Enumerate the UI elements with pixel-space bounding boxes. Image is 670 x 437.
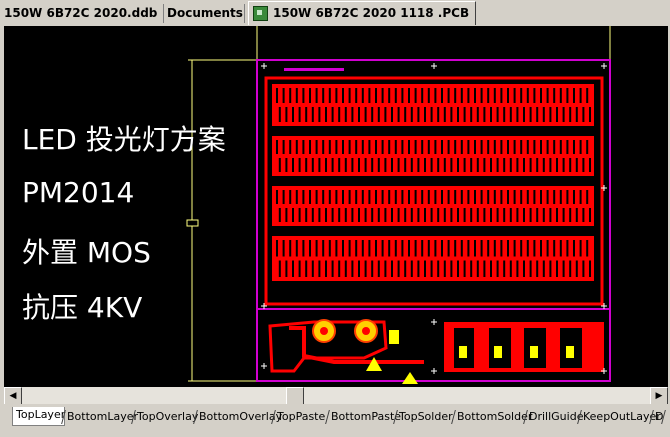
layer-tab-bottomsolder[interactable]: BottomSolder <box>454 409 532 425</box>
tab-ddb-file[interactable]: 150W 6B72C 2020.ddb <box>4 3 157 23</box>
layer-tab-bottomoverlay[interactable]: BottomOverlay <box>196 409 282 425</box>
scroll-left-button[interactable]: ◀ <box>4 387 22 405</box>
layer-tab-topoverlay[interactable]: TopOverlay <box>134 409 198 425</box>
layer-tab-keepoutlayer[interactable]: KeepOutLayer <box>580 409 661 425</box>
layer-tab-topsolder[interactable]: TopSolder <box>396 409 453 425</box>
pcb-document-icon <box>253 6 268 21</box>
tab-separator <box>163 4 164 23</box>
scroll-right-button[interactable]: ▶ <box>650 387 668 405</box>
document-tab-bar: 150W 6B72C 2020.ddb Documents 150W 6B72C… <box>0 0 670 25</box>
tab-separator <box>244 4 245 23</box>
layer-tab-toplayer[interactable]: TopLayer <box>12 407 65 426</box>
tab-pcb-label: 150W 6B72C 2020 1118 .PCB <box>273 6 470 20</box>
layer-tab-bottompaste[interactable]: BottomPaste <box>328 409 401 425</box>
layer-tab-bottomlayer[interactable]: BottomLayer <box>64 409 138 425</box>
silk-mark <box>284 68 344 71</box>
layer-tab-toppaste[interactable]: TopPaste <box>274 409 327 425</box>
overlay-line-3: 外置 MOS <box>22 236 151 269</box>
layer-tab-drillguide[interactable]: DrillGuide <box>526 409 583 425</box>
tab-pcb-file[interactable]: 150W 6B72C 2020 1118 .PCB <box>248 1 476 25</box>
tab-documents[interactable]: Documents <box>167 3 243 23</box>
overlay-line-1: LED 投光灯方案 <box>22 123 226 156</box>
layer-tab-bar: TopLayer BottomLayer TopOverlay BottomOverl… <box>0 404 670 437</box>
overlay-line-4: 抗压 4KV <box>22 291 143 324</box>
scroll-thumb[interactable] <box>286 387 304 405</box>
pcb-canvas[interactable]: LED 投光灯方案 PM2014 外置 MOS 抗压 4KV <box>4 26 668 387</box>
horizontal-scrollbar[interactable]: ◀ ▶ <box>4 387 668 405</box>
overlay-line-2: PM2014 <box>22 176 135 209</box>
led-array <box>272 84 594 281</box>
